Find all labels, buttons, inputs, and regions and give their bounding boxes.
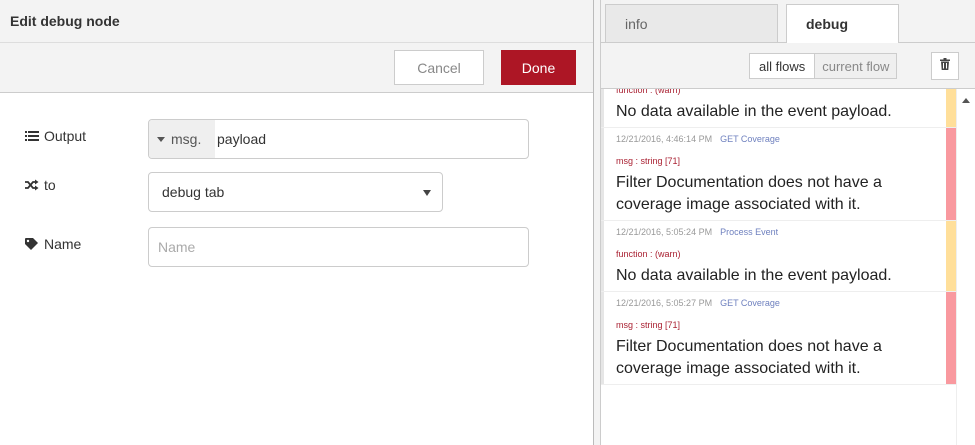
name-input[interactable]: Name bbox=[148, 227, 529, 267]
cancel-button[interactable]: Cancel bbox=[394, 50, 484, 85]
sidebar-tabs: info debug bbox=[601, 0, 975, 44]
clear-messages-button[interactable] bbox=[931, 52, 959, 80]
message-topic: msg : string [71] bbox=[616, 320, 681, 330]
filter-current-flow-button[interactable]: current flow bbox=[815, 54, 897, 78]
message-meta: 12/21/2016, 5:05:24 PM Process Event bbox=[616, 221, 940, 243]
shuffle-icon bbox=[25, 179, 39, 191]
list-icon bbox=[25, 130, 39, 142]
filter-all-flows-button[interactable]: all flows bbox=[750, 54, 816, 78]
to-select[interactable]: debug tab bbox=[148, 172, 443, 212]
debug-message: 12/21/2016, 4:46:14 PM GET Coverage msg … bbox=[601, 128, 956, 221]
flow-filter-group: all flows current flow bbox=[749, 53, 898, 79]
debug-message-list: function : (warn) No data available in t… bbox=[601, 89, 956, 445]
message-node-link[interactable]: Process Event bbox=[720, 227, 778, 237]
debug-message: 12/21/2016, 5:05:27 PM GET Coverage msg … bbox=[601, 292, 956, 385]
message-level-bar bbox=[946, 292, 956, 384]
message-payload: Filter Documentation does not have a cov… bbox=[616, 174, 882, 213]
message-payload: No data available in the event payload. bbox=[616, 103, 892, 120]
trash-icon bbox=[940, 57, 950, 75]
tag-icon bbox=[25, 238, 39, 250]
message-level-bar bbox=[946, 128, 956, 220]
message-topic: function : (warn) bbox=[616, 249, 681, 259]
to-label: to bbox=[25, 177, 56, 193]
scroll-up-arrow-icon[interactable] bbox=[962, 98, 970, 103]
output-value[interactable]: payload bbox=[215, 120, 528, 158]
message-timestamp: 12/21/2016, 5:05:27 PM bbox=[616, 298, 713, 308]
edit-panel-header: Edit debug node bbox=[0, 0, 593, 43]
panel-divider[interactable] bbox=[594, 0, 601, 445]
output-type-prefix: msg. bbox=[171, 131, 202, 147]
tab-info[interactable]: info bbox=[605, 4, 778, 43]
edit-panel-title: Edit debug node bbox=[10, 13, 120, 29]
output-typed-input[interactable]: msg. payload bbox=[148, 119, 529, 159]
to-label-text: to bbox=[44, 177, 56, 193]
name-label: Name bbox=[25, 236, 81, 252]
done-button[interactable]: Done bbox=[501, 50, 576, 85]
edit-node-panel: Edit debug node Cancel Done Output msg. … bbox=[0, 0, 594, 445]
tab-debug[interactable]: debug bbox=[786, 4, 899, 44]
message-payload: Filter Documentation does not have a cov… bbox=[616, 338, 882, 377]
message-node-link[interactable]: GET Coverage bbox=[720, 134, 780, 144]
message-level-bar bbox=[946, 221, 956, 291]
message-level-bar bbox=[946, 89, 956, 127]
sidebar: info debug all flows current flow functi… bbox=[601, 0, 975, 445]
debug-message: function : (warn) No data available in t… bbox=[601, 89, 956, 128]
output-type-selector[interactable]: msg. bbox=[149, 120, 215, 158]
edit-panel-toolbar: Cancel Done bbox=[0, 43, 593, 93]
to-select-value: debug tab bbox=[162, 184, 225, 200]
message-meta: 12/21/2016, 5:05:27 PM GET Coverage bbox=[616, 292, 940, 314]
message-topic: function : (warn) bbox=[616, 89, 681, 95]
output-label-text: Output bbox=[44, 128, 87, 144]
debug-message: 12/21/2016, 5:05:24 PM Process Event fun… bbox=[601, 221, 956, 292]
name-label-text: Name bbox=[44, 236, 82, 252]
message-payload: No data available in the event payload. bbox=[616, 267, 892, 284]
debug-toolbar: all flows current flow bbox=[601, 43, 975, 89]
output-label: Output bbox=[25, 128, 86, 144]
message-timestamp: 12/21/2016, 4:46:14 PM bbox=[616, 134, 713, 144]
message-meta: 12/21/2016, 4:46:14 PM GET Coverage bbox=[616, 128, 940, 150]
message-list-scrollbar[interactable] bbox=[956, 89, 975, 445]
caret-down-icon bbox=[157, 136, 165, 142]
dropdown-arrow-icon bbox=[423, 190, 431, 196]
message-node-link[interactable]: GET Coverage bbox=[720, 298, 780, 308]
message-topic: msg : string [71] bbox=[616, 156, 681, 166]
message-timestamp: 12/21/2016, 5:05:24 PM bbox=[616, 227, 713, 237]
